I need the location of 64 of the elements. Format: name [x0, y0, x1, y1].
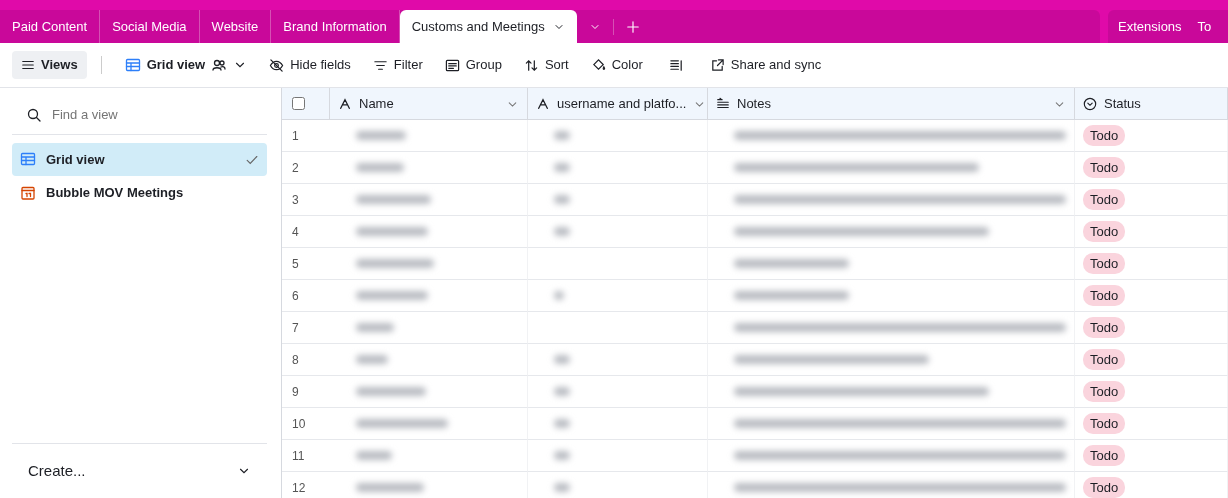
row-number: 4 — [282, 216, 330, 248]
view-item[interactable]: Grid view — [12, 142, 267, 176]
status-tag: Todo — [1083, 444, 1126, 467]
table-tab[interactable]: Customs and Meetings — [399, 10, 577, 43]
row-number: 9 — [282, 376, 330, 408]
calendar-icon — [20, 184, 36, 201]
menu-icon — [21, 58, 35, 72]
row-number: 1 — [282, 120, 330, 152]
grid-icon — [20, 151, 36, 168]
toolbar-button[interactable]: Hide fields — [260, 51, 360, 79]
row-number: 2 — [282, 152, 330, 184]
row-number: 6 — [282, 280, 330, 312]
grid-icon — [124, 57, 141, 73]
column-header[interactable]: Status — [1075, 88, 1228, 119]
table-tab[interactable]: Social Media — [100, 10, 200, 43]
people-icon — [211, 57, 228, 73]
paint-bucket-icon — [590, 57, 606, 73]
column-header[interactable]: Notes — [708, 88, 1075, 119]
row-number: 5 — [282, 248, 330, 280]
text-field-icon — [338, 96, 352, 111]
row-number: 8 — [282, 344, 330, 376]
row-number: 11 — [282, 440, 330, 472]
status-tag: Todo — [1083, 220, 1126, 243]
status-tag: Todo — [1083, 316, 1126, 339]
status-tag: Todo — [1083, 284, 1126, 307]
toolbar-button[interactable]: Color — [581, 51, 652, 79]
create-menu[interactable]: Create... — [12, 443, 267, 498]
eye-slash-icon — [269, 57, 285, 73]
toolbar-button[interactable]: Share and sync — [700, 51, 831, 79]
external-link-icon — [709, 57, 725, 73]
status-tag: Todo — [1083, 156, 1126, 179]
add-icon — [625, 19, 640, 34]
view-item[interactable]: Bubble MOV Meetings — [12, 176, 267, 210]
toolbar-button[interactable]: Group — [435, 51, 511, 79]
row-number: 3 — [282, 184, 330, 216]
sort-icon — [523, 57, 539, 73]
text-field-icon — [536, 96, 550, 111]
list-icon — [444, 57, 460, 73]
status-tag: Todo — [1083, 252, 1126, 275]
row-number: 12 — [282, 472, 330, 498]
table-tab[interactable]: Paid Content — [0, 10, 101, 43]
status-tag: Todo — [1083, 476, 1126, 498]
row-number: 10 — [282, 408, 330, 440]
select-all-checkbox[interactable] — [292, 97, 305, 110]
table-tab[interactable]: Brand Information — [271, 10, 400, 43]
column-header[interactable]: username and platfo... — [528, 88, 708, 119]
toolbar-button[interactable]: Filter — [363, 51, 432, 79]
top-menu-link[interactable]: To — [1197, 16, 1212, 37]
table-tab[interactable]: Website — [199, 10, 272, 43]
status-tag: Todo — [1083, 380, 1126, 403]
row-height-icon — [668, 57, 684, 73]
status-tag: Todo — [1083, 188, 1126, 211]
views-button[interactable]: Views — [12, 51, 87, 79]
long-text-icon — [716, 96, 730, 111]
dropdown-field-icon — [1083, 96, 1097, 111]
row-number: 7 — [282, 312, 330, 344]
top-menu-link[interactable]: Extensions — [1118, 16, 1182, 37]
search-icon — [26, 106, 42, 123]
status-tag: Todo — [1083, 348, 1126, 371]
column-header[interactable]: Name — [330, 88, 528, 119]
view-switcher[interactable]: Grid view — [115, 51, 257, 79]
toolbar-button[interactable]: Sort — [514, 51, 578, 79]
status-tag: Todo — [1083, 412, 1126, 435]
status-tag: Todo — [1083, 124, 1126, 147]
